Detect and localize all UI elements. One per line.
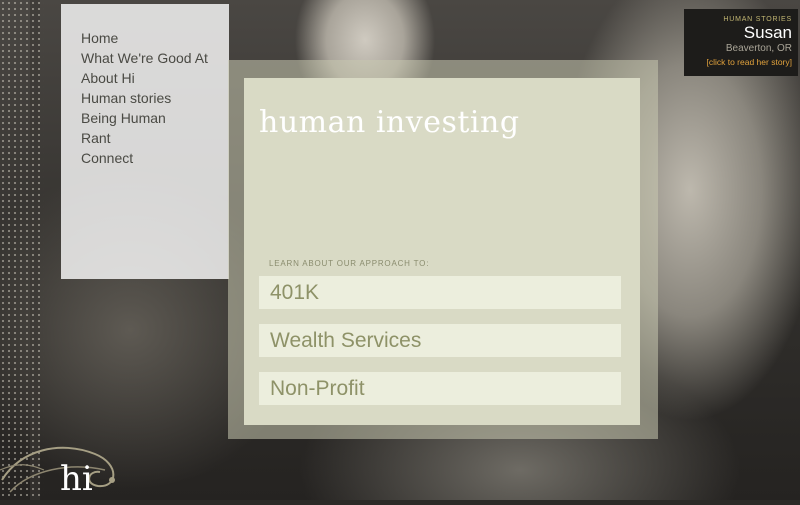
nav-item-about-hi[interactable]: About Hi bbox=[81, 68, 229, 88]
hero-title: human investing bbox=[259, 105, 520, 140]
story-read-link[interactable]: [click to read her story] bbox=[684, 57, 792, 67]
nav-item-connect[interactable]: Connect bbox=[81, 148, 229, 168]
human-story-card[interactable]: HUMAN STORIES Susan Beaverton, OR [click… bbox=[684, 9, 798, 76]
story-name: Susan bbox=[743, 23, 792, 42]
nav-item-rant[interactable]: Rant bbox=[81, 128, 229, 148]
option-401k-button[interactable]: 401K bbox=[259, 276, 621, 309]
learn-label: LEARN ABOUT OUR APPROACH TO: bbox=[269, 259, 430, 268]
story-location: Beaverton, OR bbox=[725, 43, 792, 54]
nav-item-being-human[interactable]: Being Human bbox=[81, 108, 229, 128]
story-kicker: HUMAN STORIES bbox=[723, 16, 792, 23]
main-nav: Home What We're Good At About Hi Human s… bbox=[61, 4, 229, 279]
nav-item-home[interactable]: Home bbox=[81, 28, 229, 48]
option-non-profit-button[interactable]: Non-Profit bbox=[259, 372, 621, 405]
nav-item-human-stories[interactable]: Human stories bbox=[81, 88, 229, 108]
logo[interactable]: hi bbox=[0, 440, 140, 500]
dotted-pattern bbox=[0, 0, 44, 500]
nav-item-what-were-good-at[interactable]: What We're Good At bbox=[81, 48, 229, 68]
option-wealth-services-button[interactable]: Wealth Services bbox=[259, 324, 621, 357]
logo-text: hi bbox=[60, 459, 93, 499]
